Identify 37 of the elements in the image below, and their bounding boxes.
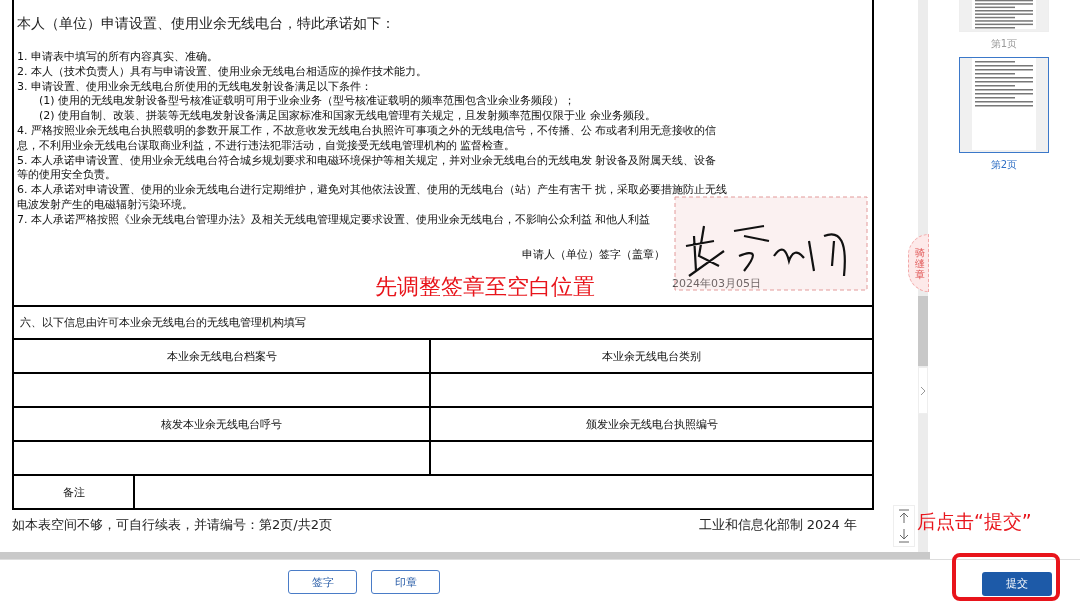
- signer-label: 申请人（单位）签字（盖章）: [522, 247, 665, 262]
- commitment-line: 电波发射产生的电磁辐射污染环境。: [17, 197, 194, 213]
- commitment-heading: 本人（单位）申请设置、使用业余无线电台，特此承诺如下：: [17, 15, 396, 33]
- section-title: 六、以下信息由许可本业余无线电台的无线电管理机构填写: [19, 315, 307, 331]
- table-header-cell: 核发本业余无线电台呼号: [14, 408, 431, 440]
- table-header-cell: 本业余无线电台档案号: [14, 340, 431, 372]
- issuer-note: 工业和信息化部制 2024 年: [698, 516, 857, 534]
- chevron-right-icon: [920, 385, 926, 396]
- page-label: 第1页: [990, 37, 1018, 51]
- commitment-line: 3. 申请设置、使用业余无线电台所使用的无线电发射设备满足以下条件：: [17, 79, 373, 95]
- page-thumbnail[interactable]: [959, 57, 1049, 153]
- collapse-handle[interactable]: [918, 367, 928, 414]
- table-header-cell-text: 本业余无线电台类别: [601, 348, 702, 365]
- commitment-line: (2) 使用自制、改装、拼装等无线电发射设备满足国家标准和国家无线电管理有关规定，且发射频率范围仅限于业 余业务频段。: [38, 109, 657, 124]
- commitment-line: 4. 严格按照业余无线电台执照载明的参数开展工作，不故意收发无线电台执照许可事项之外的无线电信号，不传播、公 布或者利用无意接收的信: [17, 124, 718, 139]
- commitment-line: 5. 本人承诺申请设置、使用业余无线电台符合城乡规划要求和电磁环境保护等相关规定，并对业余无线电台的无线电发 射设备及附属天线、设备: [17, 153, 718, 169]
- commitment-line: 息，不利用业余无线电台谋取商业利益，不进行违法犯罪活动，自觉接受无线电管理机构的 监督检查。: [17, 138, 517, 154]
- toolbar-button[interactable]: 签字: [288, 570, 357, 594]
- continuation-note: 如本表空间不够，可自行续表，并请编号：第2页/共2页: [12, 516, 332, 534]
- commitment-line: 6. 本人承诺对申请设置、使用的业余无线电台进行定期维护，避免对其他依法设置、使用的无线电台（站）产生有害干 扰，采取必要措施防止无线: [17, 183, 729, 198]
- commitment-line: 等的使用安全负责。: [17, 168, 117, 184]
- page-label: 第2页: [990, 158, 1018, 172]
- toolbar-button[interactable]: 印章: [371, 570, 440, 594]
- commitment-line: 2. 本人（技术负责人）具有与申请设置、使用业余无线电台相适应的操作技术能力。: [17, 64, 428, 80]
- commitment-line: 7. 本人承诺严格按照《业余无线电台管理办法》及相关无线电管理规定要求设置、使用业余无线电台，不影响公众利益 和他人利益: [17, 212, 652, 228]
- commitment-line: (1) 使用的无线电发射设备型号核准证载明可用于业余业务（型号核准证载明的频率范围包含业余业务频段）；: [38, 94, 577, 110]
- submit-button[interactable]: 提交: [982, 571, 1052, 596]
- table-header-cell-text: 颁发业余无线电台执照编号: [584, 416, 719, 433]
- instruction-text: 后点击“提交”: [917, 512, 1032, 531]
- instruction-text: 先调整签章至空白位置: [375, 276, 595, 298]
- sign-date: 2024年03月05日: [672, 276, 761, 291]
- signature-drawing[interactable]: [674, 196, 868, 291]
- commitment-line: 1. 申请表中填写的所有内容真实、准确。: [17, 50, 219, 65]
- scroll-arrows-icon[interactable]: [893, 505, 915, 547]
- horizontal-scrollbar[interactable]: [0, 552, 930, 560]
- remarks-label: 备注: [14, 476, 135, 508]
- scrollbar-thumb[interactable]: [918, 296, 928, 366]
